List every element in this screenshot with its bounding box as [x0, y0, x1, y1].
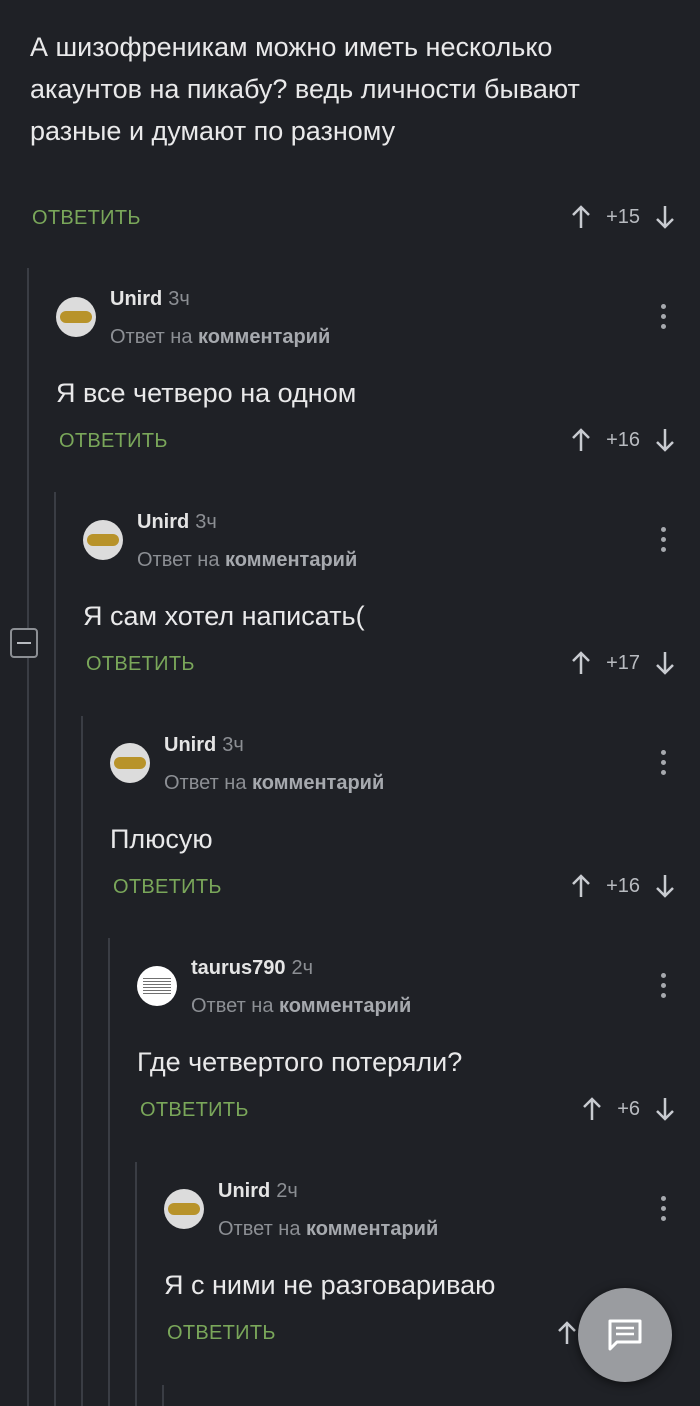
reply-target-link[interactable]: комментарий — [279, 995, 411, 1017]
collapse-icon[interactable] — [10, 628, 38, 658]
comment-author[interactable]: taurus790 2ч — [191, 957, 313, 980]
comment-author[interactable]: Unird 2ч — [218, 1180, 298, 1203]
avatar[interactable] — [137, 966, 177, 1006]
score: +16 — [606, 874, 640, 897]
vote-controls: +17 — [570, 650, 676, 676]
avatar[interactable] — [56, 297, 96, 337]
comment-time: 2ч — [291, 957, 314, 979]
vote-controls: +16 — [570, 873, 676, 899]
comment-text: Где четвертого потеряли? — [137, 1047, 463, 1077]
thread-line-level-6 — [162, 1385, 164, 1406]
kebab-menu-icon[interactable] — [661, 750, 667, 775]
reply-target-link[interactable]: комментарий — [225, 549, 357, 571]
arrow-up-icon[interactable] — [570, 427, 592, 453]
reply-button[interactable]: ОТВЕТИТЬ — [167, 1322, 276, 1345]
arrow-down-icon[interactable] — [654, 650, 676, 676]
reply-button[interactable]: ОТВЕТИТЬ — [140, 1099, 249, 1122]
reply-target-link[interactable]: комментарий — [198, 326, 330, 348]
arrow-down-icon[interactable] — [654, 204, 676, 230]
arrow-down-icon[interactable] — [654, 427, 676, 453]
score: +17 — [606, 651, 640, 674]
reply-target-link[interactable]: комментарий — [252, 772, 384, 794]
comment-icon — [608, 1319, 642, 1351]
comment-text: Я с ними не разговариваю — [164, 1270, 496, 1300]
thread-line-level-5 — [135, 1162, 137, 1406]
arrow-up-icon[interactable] — [570, 204, 592, 230]
comment-time: 2ч — [276, 1180, 298, 1202]
arrow-down-icon[interactable] — [654, 1096, 676, 1122]
arrow-up-icon[interactable] — [556, 1320, 578, 1346]
reply-to-line: Ответ на комментарий — [164, 772, 385, 794]
vote-controls: +6 — [581, 1096, 676, 1122]
kebab-menu-icon[interactable] — [661, 527, 667, 552]
score: +15 — [606, 205, 640, 228]
thread-line-level-3 — [81, 716, 83, 1406]
score: +16 — [606, 428, 640, 451]
kebab-menu-icon[interactable] — [661, 1196, 667, 1221]
comment-author[interactable]: Unird 3ч — [110, 288, 190, 311]
comment-text: Я сам хотел написать( — [83, 601, 365, 631]
reply-button[interactable]: ОТВЕТИТЬ — [59, 430, 168, 453]
comment-text: Плюсую — [110, 824, 213, 854]
avatar[interactable] — [164, 1189, 204, 1229]
score: +6 — [617, 1097, 640, 1120]
thread-line-level-1 — [27, 268, 29, 1406]
reply-button[interactable]: ОТВЕТИТЬ — [113, 876, 222, 899]
avatar[interactable] — [110, 743, 150, 783]
reply-to-line: Ответ на комментарий — [137, 549, 358, 571]
reply-to-line: Ответ на комментарий — [110, 326, 331, 348]
arrow-up-icon[interactable] — [570, 650, 592, 676]
reply-to-line: Ответ на комментарий — [218, 1218, 439, 1240]
comment-author[interactable]: Unird 3ч — [137, 511, 217, 534]
arrow-up-icon[interactable] — [570, 873, 592, 899]
reply-button[interactable]: ОТВЕТИТЬ — [86, 653, 195, 676]
vote-controls: +15 — [570, 204, 676, 230]
root-comment-text: А шизофреникам можно иметь несколько ака… — [30, 32, 580, 146]
reply-button[interactable]: ОТВЕТИТЬ — [32, 207, 141, 230]
comment-fab-button[interactable] — [578, 1288, 672, 1382]
comment-time: 3ч — [195, 511, 217, 533]
comment-author[interactable]: Unird 3ч — [164, 734, 244, 757]
reply-to-line: Ответ на комментарий — [191, 995, 412, 1017]
comment-time: 3ч — [168, 288, 190, 310]
arrow-up-icon[interactable] — [581, 1096, 603, 1122]
thread-line-level-4 — [108, 938, 110, 1406]
thread-line-level-2 — [54, 492, 56, 1406]
reply-target-link[interactable]: комментарий — [306, 1218, 438, 1240]
avatar[interactable] — [83, 520, 123, 560]
kebab-menu-icon[interactable] — [661, 304, 667, 329]
kebab-menu-icon[interactable] — [661, 973, 667, 998]
comment-time: 3ч — [222, 734, 244, 756]
arrow-down-icon[interactable] — [654, 873, 676, 899]
vote-controls: +16 — [570, 427, 676, 453]
comment-text: Я все четверо на одном — [56, 378, 357, 408]
